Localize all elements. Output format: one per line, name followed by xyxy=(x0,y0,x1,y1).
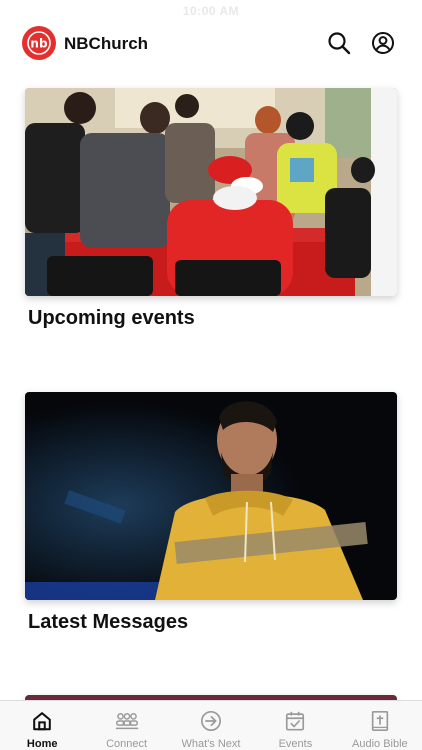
upcoming-events-title: Upcoming events xyxy=(28,307,195,329)
tab-events-label: Events xyxy=(278,738,313,750)
tab-whats-next[interactable]: What's Next xyxy=(169,701,253,750)
upcoming-events-card[interactable]: Upcoming events xyxy=(25,88,397,330)
calendar-check-icon xyxy=(286,711,305,731)
tab-home-label: Home xyxy=(26,738,58,750)
latest-messages-card[interactable]: Latest Messages xyxy=(25,392,397,634)
home-icon xyxy=(33,712,52,731)
bottom-tab-bar: Home Connect What's Next Events Audio Bi… xyxy=(0,700,422,750)
upcoming-events-image xyxy=(25,88,397,296)
logo-initials: nb xyxy=(30,37,48,51)
bible-icon xyxy=(371,711,388,731)
arrow-circle-icon xyxy=(201,711,222,731)
account-icon xyxy=(372,32,394,54)
latest-messages-image xyxy=(25,392,397,600)
tab-audio-bible[interactable]: Audio Bible xyxy=(338,701,422,750)
latest-messages-title: Latest Messages xyxy=(28,611,189,633)
tab-events[interactable]: Events xyxy=(253,701,337,750)
nb-logo-icon: nb xyxy=(27,31,51,55)
app-title: NBChurch xyxy=(64,34,149,53)
tab-audio-bible-label: Audio Bible xyxy=(352,738,408,750)
tab-connect[interactable]: Connect xyxy=(84,701,168,750)
app-header: nb NBChurch xyxy=(0,24,422,64)
search-icon xyxy=(328,32,351,55)
church-logo[interactable]: nb xyxy=(22,26,56,60)
status-bar-time: 10:00 AM xyxy=(182,4,240,18)
tab-whats-next-label: What's Next xyxy=(181,738,241,750)
tab-connect-label: Connect xyxy=(106,738,148,750)
search-button[interactable] xyxy=(326,30,352,56)
tab-home[interactable]: Home xyxy=(0,701,84,750)
account-button[interactable] xyxy=(370,30,396,56)
people-icon xyxy=(115,713,138,730)
